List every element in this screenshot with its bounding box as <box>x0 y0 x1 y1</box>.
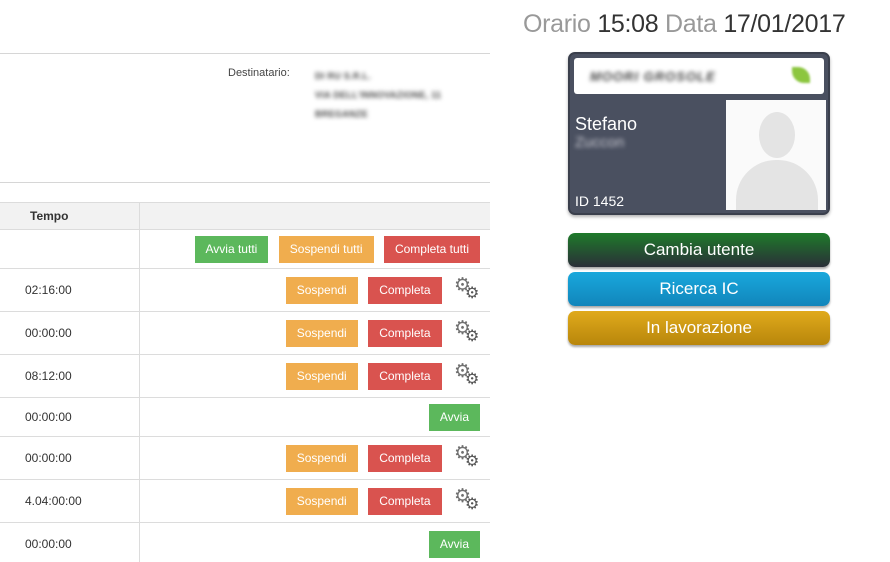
row-actions: Sospendi Completa ⚙ ⚙ <box>139 268 490 312</box>
row-actions: Sospendi Completa ⚙ ⚙ <box>139 436 490 480</box>
leaf-logo-icon <box>792 67 810 83</box>
recipient-line-street: VIA DELL'INNOVAZIONE, 11 <box>315 90 442 100</box>
row-actions: Sospendi Completa ⚙ ⚙ <box>139 311 490 355</box>
date-value: 17/01/2017 <box>723 10 846 38</box>
recipient-line-name: DI RU S.R.L. <box>315 71 372 81</box>
operator-id: ID 1452 <box>575 193 625 209</box>
table-row: 08:12:00 Sospendi Completa ⚙ ⚙ <box>0 354 490 398</box>
gear-icon[interactable]: ⚙ ⚙ <box>454 319 480 347</box>
table-row: 00:00:00 Sospendi Completa ⚙ ⚙ <box>0 311 490 355</box>
recipient-line-city: BREGANZE <box>315 109 368 119</box>
in-progress-button[interactable]: In lavorazione <box>568 311 830 345</box>
avatar-body <box>736 160 818 210</box>
row-actions: Avvia <box>139 522 490 562</box>
avatar-placeholder-icon <box>726 100 826 210</box>
start-button[interactable]: Avvia <box>428 403 480 431</box>
date-label: Data <box>665 10 717 38</box>
row-time: 00:00:00 <box>0 522 140 562</box>
table-row: 00:00:00 Sospendi Completa ⚙ ⚙ <box>0 436 490 480</box>
row-actions: Sospendi Completa ⚙ ⚙ <box>139 479 490 523</box>
company-logo: MOORI GROSOLE <box>590 69 716 84</box>
change-user-button[interactable]: Cambia utente <box>568 233 830 267</box>
row-time: 00:00:00 <box>0 311 140 355</box>
row-time: 08:12:00 <box>0 354 140 398</box>
top-divider <box>0 53 490 54</box>
avatar-head <box>759 112 795 158</box>
search-ic-button[interactable]: Ricerca IC <box>568 272 830 306</box>
clock-display: Orario 15:08 Data 17/01/2017 <box>523 10 846 39</box>
mid-divider <box>0 182 490 183</box>
table-header-row: Tempo <box>0 202 490 230</box>
row-time: 02:16:00 <box>0 268 140 312</box>
row-actions: Avvia <box>139 397 490 437</box>
operator-badge: MOORI GROSOLE Stefano Zuccon ID 1452 <box>568 52 830 215</box>
row-time: 00:00:00 <box>0 397 140 437</box>
table-row: 4.04:00:00 Sospendi Completa ⚙ ⚙ <box>0 479 490 523</box>
row-time: 00:00:00 <box>0 436 140 480</box>
start-button[interactable]: Avvia <box>428 530 480 558</box>
table-row: 00:00:00 Avvia <box>0 397 490 437</box>
gear-icon[interactable]: ⚙ ⚙ <box>454 276 480 304</box>
suspend-button[interactable]: Sospendi <box>285 276 358 304</box>
bulk-actions-row: Avvia tutti Sospendi tutti Completa tutt… <box>0 229 490 269</box>
recipient-label: Destinatario: <box>228 67 290 79</box>
gear-icon[interactable]: ⚙ ⚙ <box>454 444 480 472</box>
suspend-all-button[interactable]: Sospendi tutti <box>278 235 374 263</box>
gear-icon[interactable]: ⚙ ⚙ <box>454 487 480 515</box>
complete-button[interactable]: Completa <box>368 444 442 472</box>
operator-last-name: Zuccon <box>575 134 625 151</box>
start-all-button[interactable]: Avvia tutti <box>194 235 269 263</box>
bulk-time-cell <box>0 229 140 269</box>
order-detail-panel: Destinatario: DI RU S.R.L. VIA DELL'INNO… <box>0 0 490 562</box>
complete-all-button[interactable]: Completa tutti <box>383 235 480 263</box>
header-time: Tempo <box>0 202 140 230</box>
complete-button[interactable]: Completa <box>368 362 442 390</box>
table-row: 02:16:00 Sospendi Completa ⚙ ⚙ <box>0 268 490 312</box>
row-time: 4.04:00:00 <box>0 479 140 523</box>
row-actions: Sospendi Completa ⚙ ⚙ <box>139 354 490 398</box>
badge-header: MOORI GROSOLE <box>574 58 824 94</box>
suspend-button[interactable]: Sospendi <box>285 362 358 390</box>
suspend-button[interactable]: Sospendi <box>285 444 358 472</box>
recipient-address: DI RU S.R.L. VIA DELL'INNOVAZIONE, 11 BR… <box>315 67 490 124</box>
suspend-button[interactable]: Sospendi <box>285 319 358 347</box>
table-row: 00:00:00 Avvia <box>0 522 490 562</box>
bulk-actions-cell: Avvia tutti Sospendi tutti Completa tutt… <box>139 229 490 269</box>
time-label: Orario <box>523 10 591 38</box>
gear-icon[interactable]: ⚙ ⚙ <box>454 362 480 390</box>
jobs-table: Tempo Avvia tutti Sospendi tutti Complet… <box>0 202 490 562</box>
complete-button[interactable]: Completa <box>368 276 442 304</box>
suspend-button[interactable]: Sospendi <box>285 487 358 515</box>
complete-button[interactable]: Completa <box>368 319 442 347</box>
operator-first-name: Stefano <box>575 114 638 134</box>
time-value: 15:08 <box>597 10 659 38</box>
header-actions <box>139 202 490 230</box>
complete-button[interactable]: Completa <box>368 487 442 515</box>
